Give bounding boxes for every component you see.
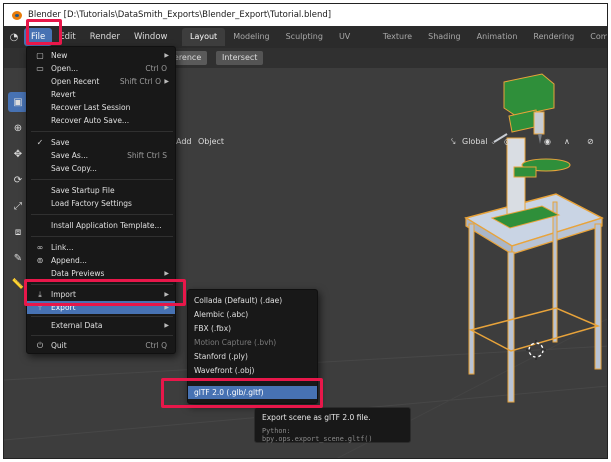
tab-animation[interactable]: Animation (469, 28, 526, 46)
annotate-tool-icon[interactable]: ✎ (8, 248, 28, 268)
file-menu-dropdown: ▢ New ▶ ▭ Open... Ctrl O Open Recent Shi… (26, 46, 176, 354)
menu-item-data-previews[interactable]: Data Previews ▶ (27, 267, 175, 280)
select-box-tool-icon[interactable]: ▣ (8, 92, 28, 112)
menu-separator (31, 236, 173, 237)
snap-icon[interactable]: ⧉ (519, 136, 525, 148)
menu-item-link[interactable]: ∞ Link... (27, 241, 175, 254)
new-file-icon: ▢ (36, 51, 44, 60)
move-tool-icon[interactable]: ✥ (8, 144, 28, 164)
export-fbx[interactable]: FBX (.fbx) (188, 322, 317, 335)
menu-item-external-data[interactable]: External Data ▶ (27, 319, 175, 332)
submenu-arrow-icon: ▶ (164, 304, 169, 311)
visibility-icon[interactable]: ⊘ (587, 136, 594, 148)
gltf-export-tooltip: Export scene as glTF 2.0 file. Python: b… (254, 407, 411, 443)
blender-menu-icon[interactable]: ◔ (4, 32, 24, 43)
tab-uv-editing[interactable]: UV Editing (331, 28, 375, 59)
menu-item-save-copy[interactable]: Save Copy... (27, 162, 175, 175)
menu-separator (31, 316, 173, 317)
menu-item-open-recent[interactable]: Open Recent Shift Ctrl O ▶ (27, 75, 175, 88)
submenu-arrow-icon: ▶ (164, 52, 169, 59)
workspace-tabs: Layout Modeling Sculpting UV Editing Tex… (182, 26, 607, 59)
tab-rendering[interactable]: Rendering (525, 28, 582, 46)
menu-separator (31, 284, 173, 285)
checkmark-icon: ✓ (36, 138, 44, 147)
export-icon: ⤒ (38, 303, 42, 312)
menu-separator (31, 131, 173, 132)
tab-sculpting[interactable]: Sculpting (278, 28, 331, 46)
export-gltf[interactable]: glTF 2.0 (.glb/.gltf) (188, 386, 317, 399)
falloff-icon[interactable]: ∧ (564, 136, 570, 148)
tab-compositing[interactable]: Compositing (582, 28, 607, 46)
power-icon: ⏻ (36, 341, 44, 350)
measure-tool-icon[interactable]: 📏 (8, 274, 28, 294)
folder-icon: ▭ (36, 64, 44, 73)
export-collada[interactable]: Collada (Default) (.dae) (188, 294, 317, 307)
table-model (464, 193, 604, 403)
intersect-button[interactable]: Intersect (216, 51, 264, 65)
export-alembic[interactable]: Alembic (.abc) (188, 308, 317, 321)
top-bar: ◔ File Edit Render Window Help Layout Mo… (4, 26, 607, 59)
menu-item-quit[interactable]: ⏻ Quit Ctrl Q (27, 339, 175, 352)
menu-edit[interactable]: Edit (52, 28, 82, 46)
add-menu[interactable]: Add (176, 136, 192, 148)
submenu-arrow-icon: ▶ (164, 78, 169, 85)
menu-item-recover-auto-save[interactable]: Recover Auto Save... (27, 114, 175, 127)
title-bar: Blender [D:\Tutorials\DataSmith_Exports\… (4, 4, 607, 26)
orientation-dropdown[interactable]: Global (462, 136, 488, 148)
menu-item-load-factory[interactable]: Load Factory Settings (27, 197, 175, 210)
submenu-arrow-icon: ▶ (164, 322, 169, 329)
tooltip-description: Export scene as glTF 2.0 file. (262, 413, 371, 422)
object-menu[interactable]: Object (198, 136, 224, 148)
tab-modeling[interactable]: Modeling (225, 28, 277, 46)
blender-window: Blender [D:\Tutorials\DataSmith_Exports\… (3, 3, 608, 459)
import-icon: ⤓ (38, 290, 42, 299)
tooltip-python: Python: bpy.ops.export_scene.gltf() (262, 427, 373, 443)
menu-item-recover-last-session[interactable]: Recover Last Session (27, 101, 175, 114)
cursor-tool-icon[interactable]: ⊕ (8, 118, 28, 138)
menu-item-install-template[interactable]: Install Application Template... (27, 219, 175, 232)
link-icon: ∞ (36, 243, 44, 252)
menu-separator (31, 179, 173, 180)
submenu-arrow-icon: ▶ (164, 270, 169, 277)
rotate-tool-icon[interactable]: ⟳ (8, 170, 28, 190)
submenu-arrow-icon: ▶ (164, 291, 169, 298)
export-submenu: Collada (Default) (.dae) Alembic (.abc) … (187, 289, 318, 404)
menu-item-revert[interactable]: Revert (27, 88, 175, 101)
menu-file[interactable]: File (24, 28, 53, 46)
transform-orientation-icon[interactable]: ⤥ (451, 136, 456, 148)
menu-item-export[interactable]: ⤒ Export ▶ (27, 301, 175, 314)
menu-render[interactable]: Render (83, 28, 127, 46)
menu-item-new[interactable]: ▢ New ▶ (27, 49, 175, 62)
menu-item-append[interactable]: ⊚ Append... (27, 254, 175, 267)
menu-separator (31, 335, 173, 336)
tab-layout[interactable]: Layout (182, 28, 226, 46)
tab-shading[interactable]: Shading (420, 28, 469, 46)
scale-tool-icon[interactable]: ⤢ (8, 196, 28, 216)
proportional-edit-icon[interactable]: ◉ (544, 136, 551, 148)
append-icon: ⊚ (36, 256, 44, 265)
chevron-down-icon: ⌄ (490, 137, 497, 146)
menu-separator (31, 214, 173, 215)
transform-tool-icon[interactable]: ⧈ (8, 222, 28, 242)
blender-logo-icon (10, 8, 24, 22)
menu-item-save-as[interactable]: Save As... Shift Ctrl S (27, 149, 175, 162)
tab-texture-paint[interactable]: Texture Paint (375, 28, 420, 59)
menu-item-open[interactable]: ▭ Open... Ctrl O (27, 62, 175, 75)
menu-item-save-startup[interactable]: Save Startup File (27, 184, 175, 197)
export-stanford[interactable]: Stanford (.ply) (188, 350, 317, 363)
window-title: Blender [D:\Tutorials\DataSmith_Exports\… (28, 10, 332, 20)
menu-item-save[interactable]: ✓ Save (27, 136, 175, 149)
menu-item-import[interactable]: ⤓ Import ▶ (27, 288, 175, 301)
export-motion-capture: Motion Capture (.bvh) (194, 338, 277, 347)
pivot-icon[interactable]: ◎ (504, 136, 511, 148)
export-wavefront[interactable]: Wavefront (.obj) (188, 364, 317, 377)
menu-window[interactable]: Window (127, 28, 175, 46)
